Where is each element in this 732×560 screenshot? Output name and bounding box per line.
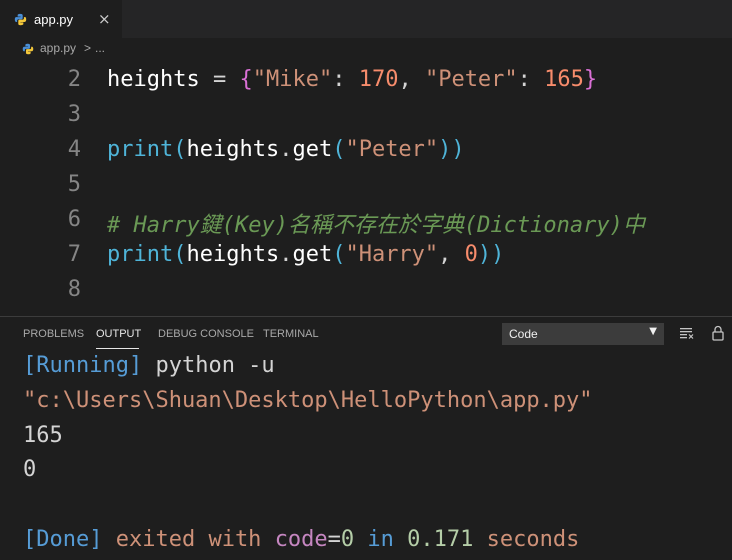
token-paren: (	[173, 242, 187, 267]
tab-problems[interactable]: PROBLEMS	[23, 328, 84, 340]
output-code-key: code	[274, 527, 328, 552]
token-string: "Peter"	[424, 67, 518, 92]
editor-tab-bar: app.py ×	[0, 0, 732, 38]
active-tab-indicator	[96, 348, 139, 349]
output-line: [Running] python -u	[23, 353, 275, 378]
line-number: 4	[67, 137, 81, 162]
token-comma: ,	[438, 242, 465, 267]
token-paren: (	[173, 137, 187, 162]
code-line: 6 # Harry鍵(Key)名稱不存在於字典(Dictionary)中	[0, 202, 732, 238]
output-line: "c:\Users\Shuan\Desktop\HelloPython\app.…	[23, 388, 593, 413]
output-done-tag: [Done]	[23, 527, 103, 552]
code-comment: # Harry鍵(Key)名稱不存在於字典(Dictionary)中	[107, 213, 645, 238]
output-text: with	[195, 527, 275, 552]
line-number: 7	[67, 242, 81, 267]
line-number: 2	[67, 67, 81, 92]
token-paren: (	[332, 242, 346, 267]
token-variable: heights	[107, 67, 200, 92]
tab-debug-console[interactable]: DEBUG CONSOLE	[158, 328, 254, 340]
code-line: 2 heights = {"Mike": 170, "Peter": 165}	[0, 62, 732, 97]
breadcrumb-more[interactable]: ...	[95, 41, 105, 55]
breadcrumb-file[interactable]: app.py	[40, 41, 76, 55]
output-line: [Done] exited with code=0 in 0.171 secon…	[23, 527, 579, 552]
token-brace: }	[583, 67, 598, 92]
token-variable: heights	[186, 137, 280, 162]
code-text: print(heights.get("Peter"))	[107, 137, 465, 162]
output-running-tag: [Running]	[23, 353, 143, 378]
line-number: 8	[67, 277, 81, 302]
close-icon[interactable]: ×	[98, 10, 111, 28]
token-function: print	[107, 137, 174, 162]
token-variable: heights	[186, 242, 280, 267]
tab-output[interactable]: OUTPUT	[96, 328, 141, 340]
output-code-value: 0	[340, 527, 355, 552]
token-dot: .	[279, 242, 293, 267]
tab-app-py[interactable]: app.py ×	[0, 0, 122, 38]
output-text: exited	[102, 527, 196, 552]
token-brace: {	[239, 67, 253, 92]
token-comma: ,	[398, 67, 425, 92]
token-string: "Peter"	[345, 137, 439, 162]
breadcrumb: app.py > ...	[0, 38, 732, 60]
token-string: "Harry"	[345, 242, 439, 267]
line-number: 5	[67, 172, 81, 197]
panel-tab-bar: PROBLEMS OUTPUT DEBUG CONSOLE TERMINAL C…	[0, 317, 732, 351]
code-text: heights = {"Mike": 170, "Peter": 165}	[107, 67, 597, 92]
output-result: 165	[23, 423, 63, 448]
chevron-down-icon: ▼	[649, 326, 657, 337]
python-file-icon	[14, 13, 27, 26]
code-editor[interactable]: 2 heights = {"Mike": 170, "Peter": 165} …	[0, 60, 732, 316]
output-text: seconds	[473, 527, 580, 552]
line-number: 3	[67, 102, 81, 127]
token-paren: ))	[438, 137, 465, 162]
lock-icon[interactable]	[710, 325, 726, 341]
token-function: print	[107, 242, 174, 267]
output-duration: 0.171	[407, 527, 474, 552]
token-string: "Mike"	[252, 67, 333, 92]
code-line: 5	[0, 167, 732, 202]
tab-label: app.py	[34, 12, 74, 27]
token-paren: ))	[477, 242, 505, 267]
output-channel-value: Code	[509, 327, 538, 341]
token-operator: =	[199, 67, 240, 92]
output-text: in	[354, 527, 408, 552]
output-result: 0	[23, 457, 37, 482]
token-number: 165	[544, 67, 584, 92]
code-line: 8	[0, 272, 732, 307]
tab-terminal[interactable]: TERMINAL	[263, 328, 319, 340]
breadcrumb-separator: >	[84, 41, 92, 55]
token-method: get	[292, 137, 333, 162]
code-line: 7 print(heights.get("Harry", 0))	[0, 237, 732, 272]
python-file-icon	[22, 43, 34, 55]
line-number: 6	[67, 207, 81, 232]
token-colon: :	[332, 67, 359, 92]
token-colon: :	[517, 67, 545, 92]
output-channel-select[interactable]: Code ▼	[502, 323, 664, 345]
clear-output-icon[interactable]	[679, 325, 695, 341]
token-paren: (	[332, 137, 346, 162]
output-text: =	[327, 527, 341, 552]
token-number: 0	[464, 242, 478, 267]
output-panel[interactable]: [Running] python -u "c:\Users\Shuan\Desk…	[0, 351, 732, 560]
output-command: python -u	[142, 353, 275, 378]
code-text: print(heights.get("Harry", 0))	[107, 242, 504, 267]
token-dot: .	[279, 137, 293, 162]
output-line: 165	[23, 423, 63, 448]
output-line: 0	[23, 457, 36, 482]
token-method: get	[292, 242, 333, 267]
code-line: 4 print(heights.get("Peter"))	[0, 132, 732, 167]
code-line: 3	[0, 97, 732, 132]
output-path: "c:\Users\Shuan\Desktop\HelloPython\app.…	[23, 388, 593, 413]
token-number: 170	[358, 67, 399, 92]
